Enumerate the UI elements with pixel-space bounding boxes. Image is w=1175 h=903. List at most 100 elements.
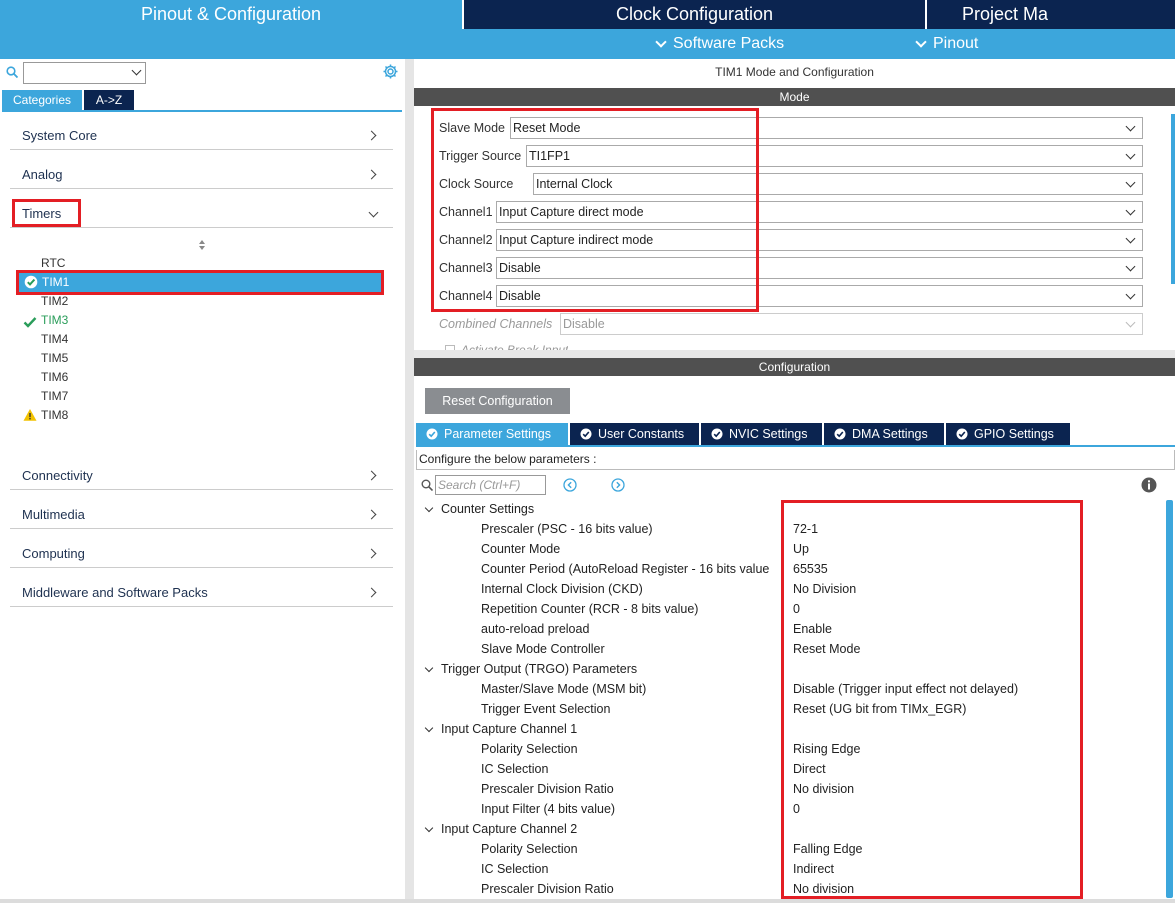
tab-pinout-configuration[interactable]: Pinout & Configuration — [0, 0, 462, 29]
category-timers[interactable]: Timers — [10, 198, 393, 228]
param-label: Slave Mode Controller — [481, 642, 605, 656]
tab-nvic-settings[interactable]: NVIC Settings — [701, 423, 822, 445]
chevron-down-icon — [424, 723, 434, 733]
param-value[interactable]: Indirect — [793, 859, 834, 879]
search-icon[interactable] — [6, 66, 18, 78]
param-label: Prescaler Division Ratio — [481, 882, 614, 896]
mode-scrollbar[interactable] — [1171, 114, 1175, 284]
tab-gpio-settings[interactable]: GPIO Settings — [946, 423, 1070, 445]
software-packs-menu[interactable]: Software Packs — [655, 29, 784, 59]
group-input-capture-channel-2[interactable]: Input Capture Channel 2 — [424, 819, 577, 839]
parameter-search-input[interactable]: Search (Ctrl+F) — [435, 475, 546, 495]
timer-tim4[interactable]: TIM4 — [41, 330, 68, 348]
clock-source-select[interactable]: Internal Clock — [533, 173, 1143, 195]
tab-label: User Constants — [598, 427, 685, 441]
chevron-down-icon — [131, 65, 142, 76]
channel1-select[interactable]: Input Capture direct mode — [496, 201, 1143, 223]
tab-a-to-z[interactable]: A->Z — [84, 90, 134, 110]
tab-project-manager-label: Project Ma — [962, 4, 1049, 24]
tab-project-manager[interactable]: Project Ma — [925, 0, 1175, 29]
timer-tim8[interactable]: TIM8 — [41, 406, 68, 424]
category-label: Timers — [22, 206, 62, 221]
chevron-down-icon — [424, 823, 434, 833]
next-result-icon[interactable] — [611, 478, 625, 492]
param-value[interactable]: 0 — [793, 799, 800, 819]
param-value[interactable]: Reset (UG bit from TIMx_EGR) — [793, 699, 966, 719]
slave-mode-value: Reset Mode — [513, 121, 581, 135]
check-circle-icon — [580, 428, 592, 440]
category-system-core[interactable]: System Core — [10, 120, 393, 150]
category-middleware[interactable]: Middleware and Software Packs — [10, 577, 393, 607]
panel-splitter[interactable] — [405, 59, 414, 899]
category-label: Computing — [22, 546, 85, 561]
chevron-right-icon — [366, 130, 377, 141]
channel4-select[interactable]: Disable — [496, 285, 1143, 307]
top-tab-bar: Pinout & Configuration Clock Configurati… — [0, 0, 1175, 29]
pinout-label: Pinout — [933, 35, 979, 52]
channel4-value: Disable — [499, 289, 541, 303]
tab-parameter-settings[interactable]: Parameter Settings — [416, 423, 568, 445]
reset-configuration-button[interactable]: Reset Configuration — [425, 388, 570, 414]
timer-tim5[interactable]: TIM5 — [41, 349, 68, 367]
channel2-row: Channel2 Input Capture indirect mode — [439, 229, 1143, 251]
category-computing[interactable]: Computing — [10, 538, 393, 568]
category-label: Analog — [22, 167, 63, 182]
combined-channels-value: Disable — [563, 317, 605, 331]
param-value[interactable]: 65535 — [793, 559, 828, 579]
param-value[interactable]: No division — [793, 779, 854, 799]
timer-tim7[interactable]: TIM7 — [41, 387, 68, 405]
category-label: Connectivity — [22, 468, 93, 483]
param-value[interactable]: 72-1 — [793, 519, 818, 539]
sort-icon[interactable] — [197, 239, 207, 251]
chevron-right-icon — [366, 470, 377, 481]
channel3-label: Channel3 — [439, 261, 493, 275]
group-input-capture-channel-1[interactable]: Input Capture Channel 1 — [424, 719, 577, 739]
param-value[interactable]: Reset Mode — [793, 639, 860, 659]
clock-source-value: Internal Clock — [536, 177, 613, 191]
param-value[interactable]: 0 — [793, 599, 800, 619]
param-value[interactable]: Direct — [793, 759, 826, 779]
category-label: Multimedia — [22, 507, 85, 522]
category-connectivity[interactable]: Connectivity — [10, 460, 393, 490]
timer-tim6[interactable]: TIM6 — [41, 368, 68, 386]
param-value[interactable]: No Division — [793, 579, 856, 599]
clock-source-label: Clock Source — [439, 177, 514, 191]
param-value[interactable]: Rising Edge — [793, 739, 860, 759]
slave-mode-select[interactable]: Reset Mode — [510, 117, 1143, 139]
tab-categories[interactable]: Categories — [2, 90, 82, 110]
category-multimedia[interactable]: Multimedia — [10, 499, 393, 529]
group-counter-settings[interactable]: Counter Settings — [424, 499, 534, 519]
category-analog[interactable]: Analog — [10, 159, 393, 189]
param-value[interactable]: Disable (Trigger input effect not delaye… — [793, 679, 1018, 699]
param-value[interactable]: No division — [793, 879, 854, 899]
timer-label: TIM1 — [42, 275, 70, 289]
timer-tim2[interactable]: TIM2 — [41, 292, 68, 310]
gear-icon[interactable] — [382, 63, 399, 80]
param-value[interactable]: Falling Edge — [793, 839, 863, 859]
trigger-source-select[interactable]: TI1FP1 — [526, 145, 1143, 167]
param-value[interactable]: Enable — [793, 619, 832, 639]
previous-result-icon[interactable] — [563, 478, 577, 492]
tab-dma-settings[interactable]: DMA Settings — [824, 423, 944, 445]
tab-user-constants[interactable]: User Constants — [570, 423, 699, 445]
param-label: Prescaler (PSC - 16 bits value) — [481, 522, 653, 536]
timer-rtc[interactable]: RTC — [41, 254, 65, 272]
group-label: Trigger Output (TRGO) Parameters — [441, 662, 638, 676]
timer-tim1[interactable]: TIM1 — [18, 273, 383, 292]
group-trgo-parameters[interactable]: Trigger Output (TRGO) Parameters — [424, 659, 637, 679]
channel2-select[interactable]: Input Capture indirect mode — [496, 229, 1143, 251]
tab-underline — [2, 110, 402, 112]
mode-section-header: Mode — [414, 88, 1175, 106]
tab-clock-configuration[interactable]: Clock Configuration — [462, 0, 925, 29]
info-icon[interactable] — [1141, 477, 1157, 493]
param-label: Master/Slave Mode (MSM bit) — [481, 682, 647, 696]
chevron-right-icon — [366, 169, 377, 180]
timer-tim3[interactable]: TIM3 — [41, 311, 68, 329]
chevron-down-icon — [1125, 121, 1136, 132]
search-combo[interactable] — [23, 62, 146, 84]
param-value[interactable]: Up — [793, 539, 809, 559]
pinout-menu[interactable]: Pinout — [915, 29, 979, 59]
horizontal-splitter[interactable] — [414, 350, 1175, 358]
channel3-select[interactable]: Disable — [496, 257, 1143, 279]
parameters-scrollbar[interactable] — [1166, 500, 1173, 898]
